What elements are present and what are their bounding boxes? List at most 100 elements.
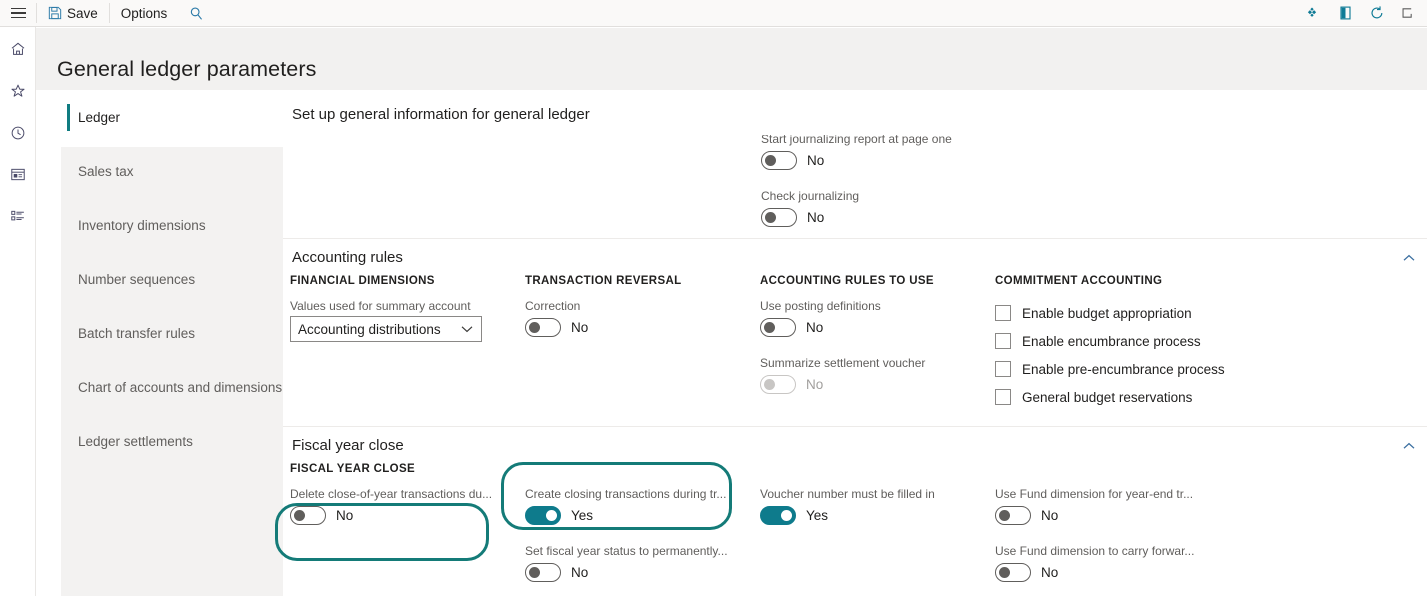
select-value: Accounting distributions	[298, 321, 441, 337]
select-values-used-for-summary-account[interactable]: Accounting distributions	[290, 316, 482, 342]
attachments-icon[interactable]	[1329, 0, 1361, 27]
field-label: Voucher number must be filled in	[760, 487, 935, 501]
fiscal-year-close-columns: FISCAL YEAR CLOSE Delete close-of-year t…	[283, 463, 1427, 595]
toggle-use-posting-definitions[interactable]	[760, 317, 796, 337]
group-heading: TRANSACTION REVERSAL	[525, 275, 682, 287]
toggle-value: No	[1041, 564, 1059, 580]
field-label: Start journalizing report at page one	[761, 135, 952, 146]
toggle-use-fund-dimension-year-end[interactable]	[995, 505, 1031, 525]
group-transaction-reversal: TRANSACTION REVERSAL Correction No	[525, 275, 760, 411]
toggle-value: No	[1041, 507, 1059, 523]
group-heading: FISCAL YEAR CLOSE	[290, 463, 416, 475]
toggle-start-journalizing-report-at-page-one[interactable]	[761, 150, 797, 170]
group-closing-transactions: . Create closing transactions during tr.…	[525, 463, 760, 595]
toggle-correction[interactable]	[525, 317, 561, 337]
chevron-down-icon[interactable]	[460, 322, 474, 336]
nav-item-label: Batch transfer rules	[78, 325, 196, 341]
home-icon[interactable]	[4, 35, 32, 62]
field-delete-close-of-year-transactions: Delete close-of-year transactions du... …	[290, 487, 525, 526]
section-header-fiscal-year-close[interactable]: Fiscal year close	[283, 427, 1427, 463]
toggle-check-journalizing[interactable]	[761, 207, 797, 227]
field-label: Create closing transactions during tr...	[525, 487, 727, 501]
toggle-voucher-number-must-be-filled-in[interactable]	[760, 505, 796, 525]
toggle-value: No	[807, 209, 825, 225]
chevron-up-icon[interactable]	[1401, 438, 1417, 454]
content-heading: Set up general information for general l…	[292, 106, 590, 123]
field-set-fiscal-year-status: Set fiscal year status to permanently...…	[525, 544, 760, 583]
chevron-up-icon[interactable]	[1401, 250, 1417, 266]
field-label: Correction	[525, 299, 581, 313]
checkbox-label: Enable budget appropriation	[1022, 305, 1192, 321]
nav-item-ledger[interactable]: Ledger	[61, 90, 283, 144]
field-label: Values used for summary account	[290, 299, 471, 313]
page-title: General ledger parameters	[57, 57, 317, 81]
field-label: Use posting definitions	[760, 299, 881, 313]
checkbox-enable-pre-encumbrance-process[interactable]	[995, 361, 1011, 377]
scrolled-fields-region: Start journalizing report at page one No…	[292, 135, 1422, 235]
toggle-summarize-settlement-voucher	[760, 374, 796, 394]
app-root: Save Options General ledger parameters L…	[0, 0, 1427, 596]
nav-item-label: Inventory dimensions	[78, 217, 206, 233]
group-heading: ACCOUNTING RULES TO USE	[760, 275, 934, 287]
save-icon	[48, 6, 62, 20]
favorites-star-icon[interactable]	[4, 77, 32, 104]
workspaces-icon[interactable]	[4, 161, 32, 188]
nav-item-label: Chart of accounts and dimensions	[78, 379, 283, 395]
search-button[interactable]	[178, 0, 215, 27]
group-financial-dimensions: FINANCIAL DIMENSIONS Values used for sum…	[290, 275, 525, 411]
nav-item-batch-transfer-rules[interactable]: Batch transfer rules	[61, 306, 283, 360]
hamburger-icon[interactable]	[0, 0, 36, 27]
nav-item-label: Ledger settlements	[78, 433, 193, 449]
toggle-create-closing-transactions[interactable]	[525, 505, 561, 525]
options-label: Options	[120, 5, 168, 21]
toggle-value: Yes	[806, 507, 829, 523]
checkbox-row-enable-encumbrance-process: Enable encumbrance process	[995, 327, 1325, 355]
accounting-rules-columns: FINANCIAL DIMENSIONS Values used for sum…	[283, 275, 1427, 411]
field-label: Delete close-of-year transactions du...	[290, 487, 493, 501]
section-title: Fiscal year close	[292, 436, 404, 454]
field-use-fund-dimension-carry-forward: Use Fund dimension to carry forwar... No	[995, 544, 1325, 583]
options-button[interactable]: Options	[110, 0, 179, 27]
field-label: Summarize settlement voucher	[760, 356, 926, 370]
toggle-value: No	[806, 319, 824, 335]
toggle-value: No	[807, 152, 825, 168]
nav-item-sales-tax[interactable]: Sales tax	[61, 144, 283, 198]
group-fiscal-year-close: FISCAL YEAR CLOSE Delete close-of-year t…	[290, 463, 525, 595]
nav-item-label: Sales tax	[78, 163, 134, 179]
nav-rail	[0, 27, 36, 596]
field-create-closing-transactions: Create closing transactions during tr...…	[525, 487, 760, 526]
nav-item-number-sequences[interactable]: Number sequences	[61, 252, 283, 306]
nav-item-label: Ledger	[78, 109, 121, 125]
nav-item-ledger-settlements[interactable]: Ledger settlements	[61, 414, 283, 468]
field-label: Check journalizing	[761, 189, 860, 203]
field-correction: Correction No	[525, 299, 760, 338]
toolbar-right-group	[1297, 0, 1427, 27]
checkbox-enable-budget-appropriation[interactable]	[995, 305, 1011, 321]
nav-item-chart-of-accounts-and-dimensions[interactable]: Chart of accounts and dimensions	[61, 360, 283, 414]
field-summarize-settlement-voucher: Summarize settlement voucher No	[760, 356, 995, 395]
checkbox-enable-encumbrance-process[interactable]	[995, 333, 1011, 349]
toggle-use-fund-dimension-carry-forward[interactable]	[995, 562, 1031, 582]
field-label: Use Fund dimension for year-end tr...	[995, 487, 1194, 501]
section-header-accounting-rules[interactable]: Accounting rules	[283, 239, 1427, 275]
group-accounting-rules-to-use: ACCOUNTING RULES TO USE Use posting defi…	[760, 275, 995, 411]
toggle-set-fiscal-year-status[interactable]	[525, 562, 561, 582]
checkbox-general-budget-reservations[interactable]	[995, 389, 1011, 405]
field-use-fund-dimension-year-end: Use Fund dimension for year-end tr... No	[995, 487, 1325, 526]
command-bar: Save Options	[0, 0, 1427, 27]
recent-clock-icon[interactable]	[4, 119, 32, 146]
filter-icon[interactable]	[1297, 0, 1329, 27]
group-heading: FINANCIAL DIMENSIONS	[290, 275, 435, 287]
nav-item-inventory-dimensions[interactable]: Inventory dimensions	[61, 198, 283, 252]
field-voucher-number-must-be-filled-in: Voucher number must be filled in Yes	[760, 487, 995, 526]
save-button[interactable]: Save	[37, 0, 109, 27]
checkbox-row-enable-pre-encumbrance-process: Enable pre-encumbrance process	[995, 355, 1325, 383]
refresh-icon[interactable]	[1361, 0, 1393, 27]
toggle-delete-close-of-year-transactions[interactable]	[290, 505, 326, 525]
toggle-value: No	[571, 319, 589, 335]
open-in-new-window-icon[interactable]	[1393, 0, 1425, 27]
field-start-journalizing-report-at-page-one: Start journalizing report at page one No	[761, 135, 1061, 171]
modules-list-icon[interactable]	[4, 203, 32, 230]
checkbox-label: General budget reservations	[1022, 389, 1193, 405]
toggle-value: Yes	[571, 507, 594, 523]
